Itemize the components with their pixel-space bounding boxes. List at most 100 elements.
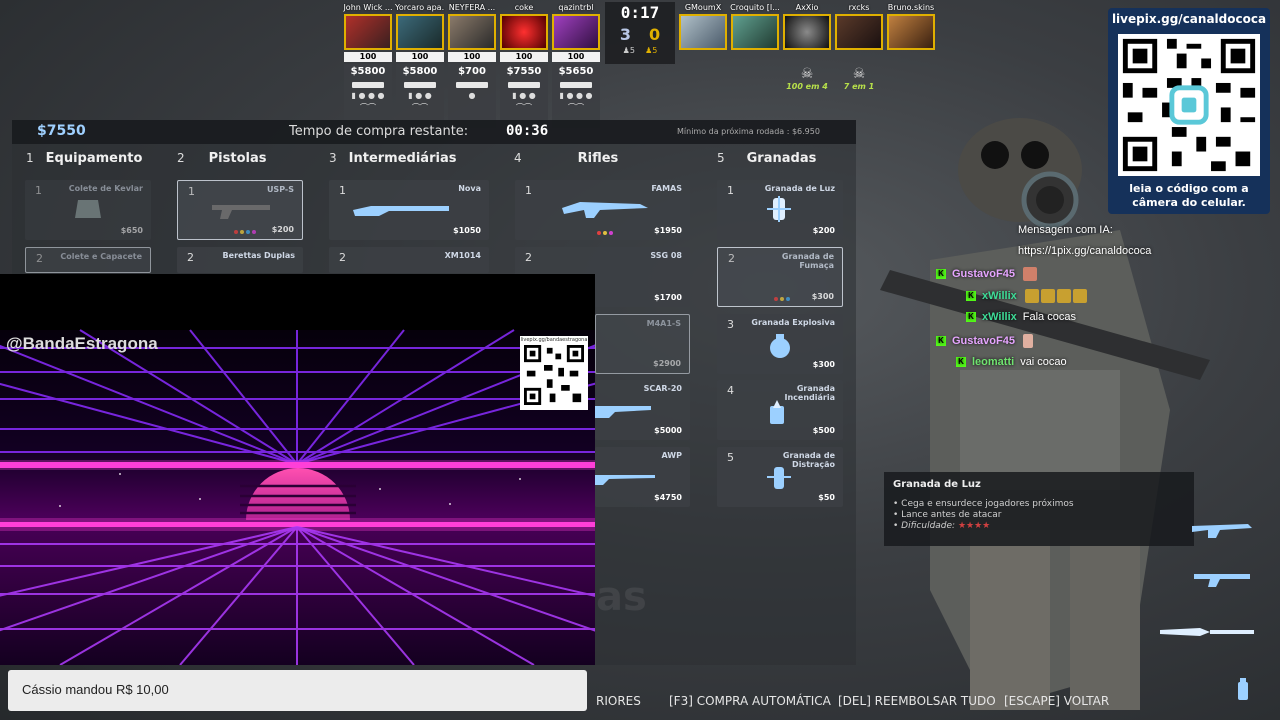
chat-header-ai: Mensagem com IA:	[1018, 224, 1113, 236]
item-number: 2	[36, 252, 43, 265]
item-smoke[interactable]: 2 Granada de Fumaça $300	[717, 247, 843, 307]
qr-code-icon	[524, 345, 584, 405]
chat-header-link[interactable]: https://1pix.gg/canaldococa	[1018, 245, 1151, 257]
item-m4a1-s[interactable]: M4A1-S $2900	[595, 314, 690, 374]
round-timer: 0:17 30 ♟5 ♟5	[605, 2, 675, 64]
tab-mid-tier[interactable]: 3 Intermediárias	[329, 151, 456, 166]
grenade-icons: ▮ ● ● ●	[351, 91, 385, 100]
defuse-kit-icon: ⌒⌒	[568, 103, 584, 112]
player-money: $5800	[402, 66, 438, 77]
score-t: 0	[649, 25, 661, 44]
kill-badge-2: ☠ 7 em 1	[834, 66, 884, 91]
ammo-dots	[597, 231, 615, 235]
tab-number: 3	[329, 151, 337, 165]
emote-icon	[1072, 289, 1087, 303]
sniper-icon	[595, 475, 655, 485]
flashbang-icon	[767, 196, 791, 222]
item-awp[interactable]: AWP $4750	[595, 447, 690, 507]
item-scar-20[interactable]: SCAR-20 $5000	[595, 380, 690, 440]
ct-player-1: John Wick ... 100 $5800 ▮ ● ● ● ⌒⌒	[343, 3, 393, 128]
item-number: 1	[339, 184, 346, 197]
ammo-dots	[774, 297, 792, 301]
tooltip-line: • Cega e ensurdece jogadores próximos	[893, 499, 1074, 509]
synthwave-background	[0, 274, 595, 665]
tab-label: Intermediárias	[348, 151, 457, 166]
item-name: Granada de Distração	[782, 451, 835, 469]
kevlar-vest-icon	[75, 200, 101, 218]
item-famas[interactable]: 1 FAMAS $1950	[515, 180, 690, 240]
item-usp-s[interactable]: 1 USP-S $200	[177, 180, 303, 240]
buy-menu-header: $7550 Tempo de compra restante: 00:36 Mí…	[12, 120, 856, 144]
emote-icon	[1022, 334, 1033, 348]
item-price: $2900	[653, 359, 681, 368]
rifle-icon	[352, 82, 384, 88]
item-price: $300	[812, 360, 835, 369]
item-name: AWP	[661, 451, 682, 460]
player-avatar	[344, 14, 392, 50]
grenade-icons: ▮ ● ●	[408, 91, 432, 100]
item-nova[interactable]: 1 Nova $1050	[329, 180, 489, 240]
donation-text: Cássio mandou R$ 10,00	[22, 682, 169, 697]
tab-number: 1	[26, 151, 34, 165]
auto-buy-button[interactable]: [F3] COMPRA AUTOMÁTICA	[669, 694, 831, 708]
defuse-kit-icon: ⌒⌒	[412, 103, 428, 112]
alive-t: ♟5	[645, 46, 658, 55]
player-name: rxcks	[848, 3, 870, 12]
player-loadout: $7550 ▮ ● ● ⌒⌒	[500, 64, 548, 128]
item-incendiary[interactable]: 4 Granada Incendiária $500	[717, 380, 843, 440]
player-avatar	[679, 14, 727, 50]
item-xm1014[interactable]: 2 XM1014	[329, 247, 489, 273]
tab-label: Equipamento	[45, 151, 143, 166]
previous-button[interactable]: RIORES	[596, 694, 641, 708]
item-decoy[interactable]: 5 Granada de Distração $50	[717, 447, 843, 507]
kick-badge-icon: K	[966, 291, 976, 301]
grenade-icons: ▮ ● ● ●	[559, 91, 593, 100]
incendiary-icon	[770, 400, 784, 424]
scoreboard: John Wick ... 100 $5800 ▮ ● ● ● ⌒⌒ Yorca…	[0, 0, 1280, 128]
defuse-kit-icon: ⌒⌒	[516, 103, 532, 112]
rifle-loadout-icon	[1192, 524, 1252, 538]
item-flashbang[interactable]: 1 Granada de Luz $200	[717, 180, 843, 240]
item-kevlar[interactable]: 1 Colete de Kevlar $650	[25, 180, 151, 240]
player-loadout: $700 ●	[448, 64, 496, 128]
item-name: Berettas Duplas	[222, 251, 295, 260]
kick-badge-icon: K	[956, 357, 966, 368]
kill-badge-1: ☠ 100 em 4	[782, 66, 832, 91]
item-name: Granada Incendiária	[784, 384, 836, 402]
sponsor-qr-url: livepix.gg/bandaestragona	[520, 337, 588, 343]
tab-equipment[interactable]: 1 Equipamento	[26, 151, 142, 166]
escape-back-button[interactable]: [ESCAPE] VOLTAR	[1004, 694, 1109, 708]
tab-pistols[interactable]: 2 Pistolas	[177, 151, 266, 166]
item-number: 1	[35, 184, 42, 197]
ct-player-2: Yorcaro apa... 100 $5800 ▮ ● ● ⌒⌒	[395, 3, 445, 128]
tab-rifles[interactable]: 4 Rifles	[514, 151, 618, 166]
emote-icon	[1024, 289, 1039, 303]
knife-loadout-icon	[1160, 628, 1254, 636]
item-price: $500	[812, 426, 835, 435]
item-number: 2	[187, 251, 194, 264]
tooltip-difficulty: • Dificuldade: ★★★★	[893, 521, 990, 531]
shotgun-icon	[353, 206, 449, 216]
kill-badge-text: 100 em 4	[786, 82, 828, 91]
grenade-loadout-icon	[1238, 678, 1248, 700]
refund-all-button[interactable]: [DEL] REEMBOLSAR TUDO	[838, 694, 996, 708]
kick-badge-icon: K	[966, 312, 976, 323]
t-player-3: AxXio	[782, 3, 832, 50]
item-he-grenade[interactable]: 3 Granada Explosiva $300	[717, 314, 843, 374]
tooltip-title: Granada de Luz	[893, 479, 981, 490]
tooltip-difficulty-label: • Dificuldade:	[893, 521, 956, 531]
qr-url: livepix.gg/canaldococa	[1111, 12, 1267, 26]
timer-value: 0:17	[620, 3, 660, 22]
tab-grenades[interactable]: 5 Granadas	[717, 151, 816, 166]
item-kevlar-helmet[interactable]: 2 Colete e Capacete	[25, 247, 151, 273]
t-player-2: Croquito [I...	[730, 3, 780, 50]
item-price: $300	[811, 292, 834, 301]
item-dual-berettas[interactable]: 2 Berettas Duplas	[177, 247, 303, 273]
chat-username: GustavoF45	[952, 334, 1015, 347]
min-next-round: Mínimo da próxima rodada : $6.950	[677, 127, 820, 136]
rifle-icon	[404, 82, 436, 88]
team-score: 30	[605, 24, 675, 46]
ammo-dots	[234, 230, 258, 234]
rifle-icon	[560, 82, 592, 88]
emote-icon	[1022, 267, 1037, 281]
